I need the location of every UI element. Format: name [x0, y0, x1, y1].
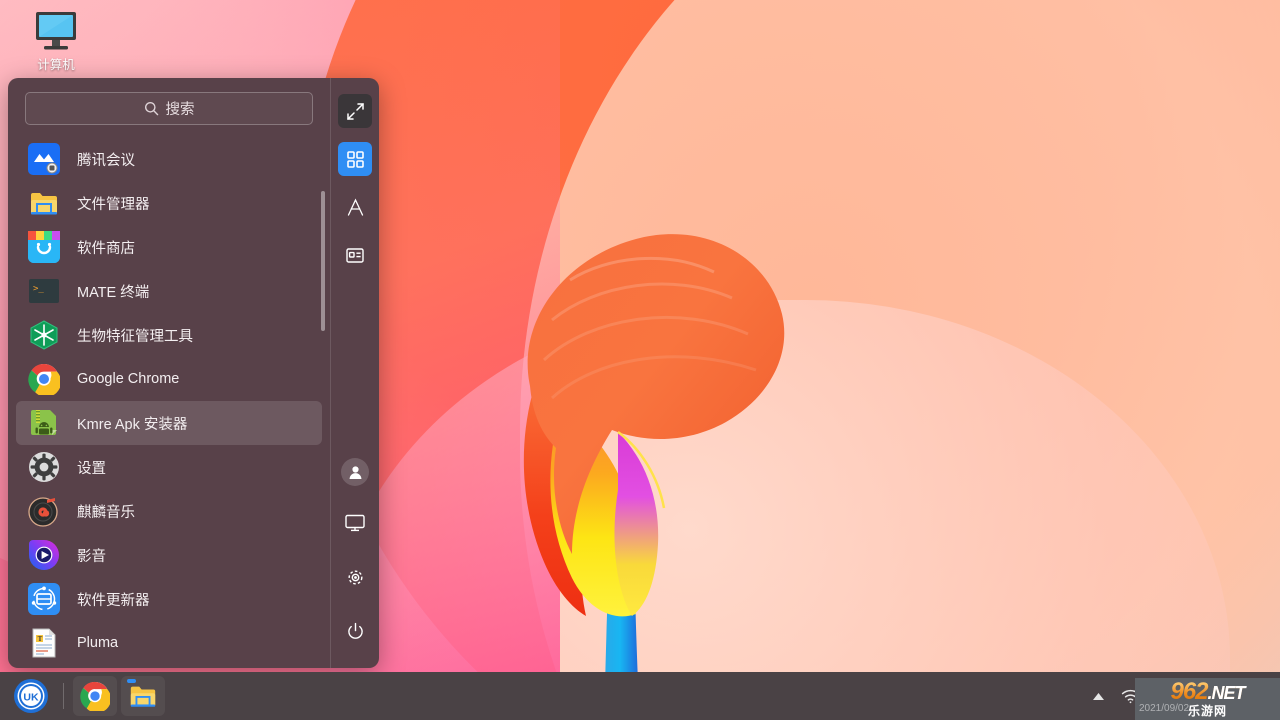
app-label: Google Chrome — [77, 371, 180, 387]
software-store-icon — [28, 231, 60, 263]
user-avatar-icon[interactable] — [341, 458, 369, 486]
start-menu-right-rail — [331, 78, 379, 668]
grid-view-icon[interactable] — [338, 142, 372, 176]
app-item-software-store[interactable]: 软件商店 — [16, 225, 322, 269]
search-placeholder: 搜索 — [165, 102, 195, 118]
start-button[interactable]: UK — [9, 674, 53, 718]
app-label: Kmre Apk 安装器 — [77, 416, 188, 433]
app-item-tencent-meeting[interactable]: 腾讯会议 — [16, 137, 322, 181]
biometric-tool-icon — [28, 319, 60, 351]
search-container: 搜索 — [8, 78, 330, 133]
app-label: 软件更新器 — [77, 592, 150, 609]
app-item-pluma[interactable]: T Pluma — [16, 621, 322, 665]
search-icon — [144, 101, 159, 116]
taskbar[interactable]: UK 962.NET 乐游网 2021/09/02 — [0, 672, 1280, 720]
pluma-editor-icon: T — [28, 627, 60, 659]
app-item-file-manager[interactable]: 文件管理器 — [16, 181, 322, 225]
power-icon[interactable] — [338, 614, 372, 648]
kmre-apk-installer-icon — [28, 407, 60, 439]
watermark-site: 962.NET — [1170, 678, 1246, 705]
app-label: 腾讯会议 — [77, 152, 135, 169]
start-menu-left-pane: 搜索 腾讯会议 文件管理器 软件商店 >_ MATE 终端 生物特征管理工具 G… — [8, 78, 331, 668]
watermark-sub: 乐游网 — [1187, 703, 1227, 718]
app-label: 麒麟音乐 — [77, 504, 135, 521]
search-input[interactable]: 搜索 — [25, 92, 313, 125]
file-manager-icon — [28, 187, 60, 219]
scrollbar-thumb[interactable] — [321, 191, 325, 331]
app-item-kylin-music[interactable]: 麒麟音乐 — [16, 489, 322, 533]
taskbar-app-file-manager[interactable] — [121, 676, 165, 716]
app-label: 软件商店 — [77, 240, 135, 257]
app-label: 文件管理器 — [77, 196, 150, 213]
start-menu-panel[interactable]: 搜索 腾讯会议 文件管理器 软件商店 >_ MATE 终端 生物特征管理工具 G… — [8, 78, 379, 668]
kylin-music-icon — [28, 495, 60, 527]
taskbar-separator — [63, 683, 64, 709]
app-item-kmre-apk-installer[interactable]: Kmre Apk 安装器 — [16, 401, 322, 445]
letter-a-icon[interactable] — [338, 190, 372, 224]
app-item-settings[interactable]: 设置 — [16, 445, 322, 489]
desktop-icon-label: 计算机 — [37, 58, 75, 72]
category-view-icon[interactable] — [338, 238, 372, 272]
app-item-biometric-tool[interactable]: 生物特征管理工具 — [16, 313, 322, 357]
app-item-media-player[interactable]: 影音 — [16, 533, 322, 577]
settings-gear-icon[interactable] — [338, 560, 372, 594]
app-item-software-updater[interactable]: 软件更新器 — [16, 577, 322, 621]
app-label: 生物特征管理工具 — [77, 328, 193, 345]
app-label: MATE 终端 — [77, 284, 150, 301]
file-manager-icon — [130, 686, 156, 707]
site-watermark: 962.NET 乐游网 2021/09/02 — [1135, 678, 1280, 720]
expand-fullscreen-icon[interactable] — [338, 94, 372, 128]
running-indicator — [127, 679, 136, 683]
app-list-scrollbar[interactable] — [321, 191, 325, 668]
computer-monitor-icon — [14, 8, 98, 56]
app-label: 影音 — [77, 548, 106, 565]
taskbar-app-chrome[interactable] — [73, 676, 117, 716]
monitor-icon[interactable] — [338, 506, 372, 540]
watermark-tld: .NET — [1207, 682, 1246, 703]
media-player-icon — [28, 539, 60, 571]
desktop-icon-computer[interactable]: 计算机 — [14, 8, 98, 73]
settings-gear-icon — [28, 451, 60, 483]
calla-lily-illustration — [523, 234, 785, 720]
software-updater-icon — [28, 583, 60, 615]
chrome-icon — [80, 681, 110, 711]
mate-terminal-icon: >_ — [28, 275, 60, 307]
app-label: Pluma — [77, 635, 119, 651]
app-label: 设置 — [77, 460, 106, 477]
svg-text:>_: >_ — [33, 284, 44, 294]
chevron-up-icon[interactable] — [1082, 680, 1114, 712]
tencent-meeting-icon — [28, 143, 60, 175]
watermark-date: 2021/09/02 — [1139, 703, 1190, 714]
kylin-start-icon: UK — [14, 679, 48, 713]
app-item-google-chrome[interactable]: Google Chrome — [16, 357, 322, 401]
chrome-icon — [28, 363, 62, 397]
svg-text:T: T — [38, 635, 43, 643]
app-item-mate-terminal[interactable]: >_ MATE 终端 — [16, 269, 322, 313]
svg-text:UK: UK — [23, 691, 39, 703]
application-list[interactable]: 腾讯会议 文件管理器 软件商店 >_ MATE 终端 生物特征管理工具 Goog… — [8, 133, 330, 668]
